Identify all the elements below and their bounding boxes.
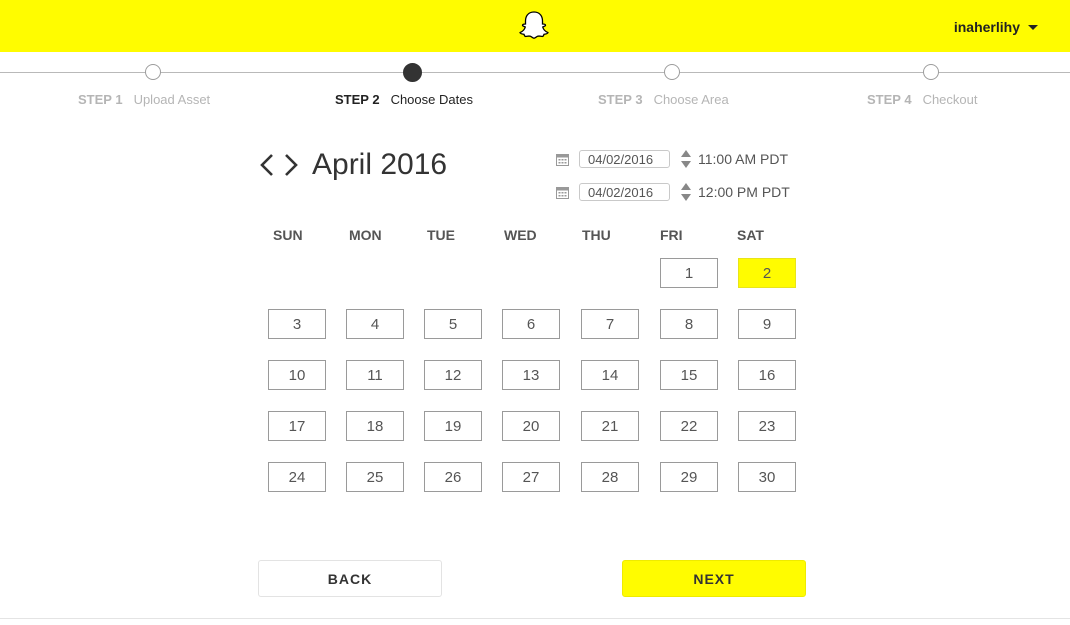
day-cell-27[interactable]: 27 [502,462,560,492]
back-button[interactable]: BACK [258,560,442,597]
step-4-label[interactable]: STEP 4 Checkout [867,92,977,107]
next-button[interactable]: NEXT [622,560,806,597]
day-cell-4[interactable]: 4 [346,309,404,339]
ghost-icon[interactable] [518,10,550,40]
weekday-tue: TUE [427,227,455,243]
step-3-label[interactable]: STEP 3 Choose Area [598,92,729,107]
month-title: April 2016 [312,148,448,181]
day-cell-20[interactable]: 20 [502,411,560,441]
day-cell-26[interactable]: 26 [424,462,482,492]
day-cell-28[interactable]: 28 [581,462,639,492]
calendar-icon [556,186,569,199]
day-cell-30[interactable]: 30 [738,462,796,492]
day-cell-2[interactable]: 2 [738,258,796,288]
end-datetime: 12:00 PM PDT [556,182,790,202]
weekday-wed: WED [504,227,537,243]
weekday-fri: FRI [660,227,683,243]
weekday-sat: SAT [737,227,764,243]
end-date-input[interactable] [579,183,670,201]
step-3-indicator [664,64,680,80]
day-cell-14[interactable]: 14 [581,360,639,390]
end-time[interactable]: 12:00 PM PDT [698,184,790,200]
day-cell-25[interactable]: 25 [346,462,404,492]
step-1-indicator [145,64,161,80]
day-cell-10[interactable]: 10 [268,360,326,390]
start-time-spinner-icon[interactable] [680,149,692,169]
start-date-input[interactable] [579,150,670,168]
month-nav [258,152,300,178]
day-cell-11[interactable]: 11 [346,360,404,390]
day-cell-22[interactable]: 22 [660,411,718,441]
day-cell-16[interactable]: 16 [738,360,796,390]
day-cell-17[interactable]: 17 [268,411,326,441]
start-datetime: 11:00 AM PDT [556,149,788,169]
day-cell-7[interactable]: 7 [581,309,639,339]
day-cell-23[interactable]: 23 [738,411,796,441]
day-cell-8[interactable]: 8 [660,309,718,339]
end-time-spinner-icon[interactable] [680,182,692,202]
user-menu[interactable]: inaherlihy [954,19,1038,35]
day-cell-24[interactable]: 24 [268,462,326,492]
day-cell-9[interactable]: 9 [738,309,796,339]
calendar-icon [556,153,569,166]
step-4-indicator [923,64,939,80]
day-cell-12[interactable]: 12 [424,360,482,390]
chevron-left-icon[interactable] [258,152,277,178]
day-cell-3[interactable]: 3 [268,309,326,339]
start-time[interactable]: 11:00 AM PDT [698,151,788,167]
footer-divider [0,618,1070,619]
step-2-indicator [403,63,422,82]
day-cell-19[interactable]: 19 [424,411,482,441]
day-cell-6[interactable]: 6 [502,309,560,339]
day-cell-21[interactable]: 21 [581,411,639,441]
caret-down-icon [1028,24,1038,30]
top-bar: inaherlihy [0,0,1070,52]
weekday-sun: SUN [273,227,303,243]
weekday-mon: MON [349,227,382,243]
day-cell-5[interactable]: 5 [424,309,482,339]
chevron-right-icon[interactable] [281,152,300,178]
day-cell-18[interactable]: 18 [346,411,404,441]
step-1-label[interactable]: STEP 1 Upload Asset [78,92,210,107]
step-2-label[interactable]: STEP 2 Choose Dates [335,92,473,107]
day-cell-29[interactable]: 29 [660,462,718,492]
day-cell-13[interactable]: 13 [502,360,560,390]
day-cell-15[interactable]: 15 [660,360,718,390]
username: inaherlihy [953,19,1020,35]
weekday-thu: THU [582,227,611,243]
day-cell-1[interactable]: 1 [660,258,718,288]
